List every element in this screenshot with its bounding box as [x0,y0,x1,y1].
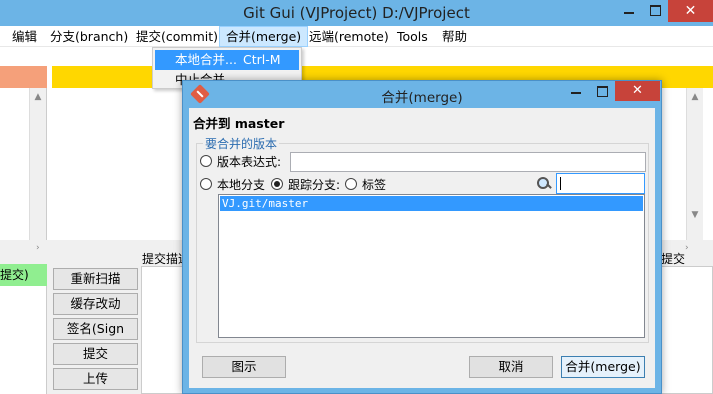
staged-section-badge: 提交) [0,264,47,286]
branch-list[interactable]: VJ.git/master [218,194,645,338]
menu-remote[interactable]: 远端(remote) [303,26,395,47]
text-caret [560,177,561,190]
stage-changed-button[interactable]: 缓存改动 [53,293,138,315]
maximize-button[interactable] [642,0,668,22]
menu-branch[interactable]: 分支(branch) [44,26,134,47]
chevron-right-icon[interactable]: › [36,243,40,253]
menu-help[interactable]: 帮助 [436,26,473,47]
merge-target-heading: 合并到 master [193,116,285,131]
staged-changes-header [0,66,47,88]
local-branch-label: 本地分支 [217,178,266,192]
menu-tools[interactable]: Tools [391,26,434,47]
menu-item-local-merge[interactable]: 本地合并... Ctrl-M [155,50,299,70]
push-button[interactable]: 上传 [53,368,138,390]
radio-local-branch[interactable] [200,178,212,190]
radio-tracking-branch[interactable] [271,178,283,190]
menu-merge[interactable]: 合并(merge) [219,26,309,47]
menu-item-label: 本地合并... [175,52,237,67]
close-button[interactable]: ✕ [668,0,713,22]
search-icon [535,176,553,192]
sign-off-button[interactable]: 签名(Sign Off) [53,318,138,356]
chevron-right-icon[interactable]: › [685,243,689,253]
diff-scrollbar[interactable]: ▲ ▼ [686,88,703,240]
minimize-button[interactable] [616,0,642,22]
list-item[interactable]: VJ.git/master [220,196,643,211]
visualize-button[interactable]: 图示 [202,356,286,378]
branch-filter-input[interactable] [556,173,645,194]
window-title-bar: Git Gui (VJProject) D:/VJProject ✕ [0,0,713,26]
dialog-close-button[interactable]: ✕ [615,81,660,101]
scroll-up-icon[interactable]: ▲ [30,92,46,102]
commit-type-label: 提交 [661,252,686,266]
dialog-body: 合并到 master 要合并的版本 版本表达式: 本地分支 跟踪分支: 标签 V… [189,108,655,388]
cancel-button[interactable]: 取消 [469,356,553,378]
rescan-button[interactable]: 重新扫描 [53,268,138,290]
merge-dialog: 合并(merge) ✕ 合并到 master 要合并的版本 版本表达式: 本地分… [182,80,662,394]
unstaged-file-list[interactable]: ▲ [0,88,47,240]
menu-commit[interactable]: 提交(commit) [130,26,224,47]
merge-button[interactable]: 合并(merge) [561,356,645,378]
commit-button[interactable]: 提交 [53,343,138,365]
dialog-maximize-button[interactable] [589,81,615,101]
expression-input[interactable] [290,152,646,172]
radio-expression[interactable] [200,155,212,167]
tag-label: 标签 [362,178,387,192]
left-scrollbar[interactable]: ▲ [29,88,46,240]
dialog-minimize-button[interactable] [563,81,589,101]
revision-group-label: 要合并的版本 [203,135,280,152]
window-title: Git Gui (VJProject) D:/VJProject [243,4,470,22]
dialog-title-bar: 合并(merge) ✕ [183,81,661,107]
scroll-up-icon[interactable]: ▲ [687,92,703,102]
menu-edit[interactable]: 编辑 [6,26,43,47]
scroll-down-icon[interactable]: ▼ [687,210,703,220]
menubar: 编辑 分支(branch) 提交(commit) 合并(merge) 远端(re… [0,26,713,47]
radio-tag[interactable] [345,178,357,190]
menu-item-shortcut: Ctrl-M [243,52,281,67]
expression-label: 版本表达式: [217,155,282,169]
tracking-branch-label: 跟踪分支: [288,178,341,192]
